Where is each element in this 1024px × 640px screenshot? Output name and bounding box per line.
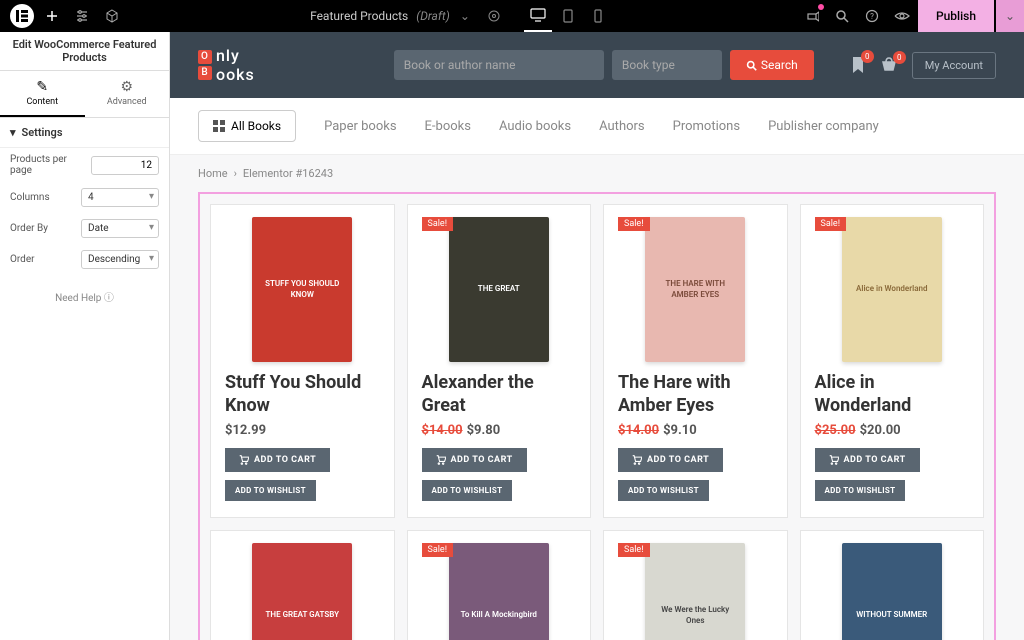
content-tab[interactable]: ✎ Content	[0, 71, 85, 117]
product-card[interactable]: STUFF YOU SHOULD KNOW Stuff You Should Kn…	[210, 204, 395, 518]
tablet-view-tab[interactable]	[554, 0, 582, 32]
need-help-link[interactable]: Need Help ⓘ	[0, 275, 169, 318]
nav-paper-books[interactable]: Paper books	[324, 119, 396, 134]
add-to-wishlist-button[interactable]: ADD TO WISHLIST	[225, 480, 316, 501]
product-image: THE GREAT	[422, 217, 577, 362]
product-price: $12.99	[225, 423, 380, 438]
product-price: $14.00$9.10	[618, 423, 773, 438]
product-title: Alice in Wonderland	[815, 372, 970, 417]
nav-authors[interactable]: Authors	[599, 119, 645, 134]
sale-badge: Sale!	[618, 543, 650, 557]
add-to-cart-button[interactable]: ADD TO CART	[422, 448, 527, 472]
product-image: Alice in Wonderland	[815, 217, 970, 362]
product-card[interactable]: Sale!THE HARE WITH AMBER EYES The Hare wi…	[603, 204, 788, 518]
breadcrumb: Home › Elementor #16243	[170, 155, 1024, 192]
publish-options-button[interactable]: ⌄	[996, 0, 1024, 32]
advanced-tab[interactable]: ⚙ Advanced	[85, 71, 170, 117]
page-settings-button[interactable]	[480, 2, 508, 30]
document-status: (Draft)	[416, 9, 450, 23]
gear-icon: ⚙	[89, 79, 166, 95]
nav-publisher[interactable]: Publisher company	[768, 119, 879, 134]
help-button[interactable]: ?	[858, 2, 886, 30]
preview-canvas: O B nly ooks Search 0	[170, 32, 1024, 640]
product-image: To Kill A Mockingbird	[422, 543, 577, 640]
caret-down-icon: ▾	[10, 126, 16, 139]
columns-select[interactable]: 4	[81, 188, 159, 207]
product-title: Stuff You Should Know	[225, 372, 380, 417]
product-image: THE HARE WITH AMBER EYES	[618, 217, 773, 362]
orderby-label: Order By	[10, 223, 48, 234]
product-image: We Were the Lucky Ones	[618, 543, 773, 640]
add-to-wishlist-button[interactable]: ADD TO WISHLIST	[422, 480, 513, 501]
cart-badge: 0	[893, 51, 906, 64]
order-select[interactable]: Descending	[81, 250, 159, 269]
preview-button[interactable]	[888, 2, 916, 30]
chevron-right-icon: ›	[234, 167, 237, 180]
sale-badge: Sale!	[815, 217, 847, 231]
desktop-view-tab[interactable]	[524, 0, 552, 32]
whats-new-button[interactable]	[798, 2, 826, 30]
product-image: WITHOUT SUMMER	[815, 543, 970, 640]
add-to-wishlist-button[interactable]: ADD TO WISHLIST	[815, 480, 906, 501]
order-label: Order	[10, 254, 35, 265]
orderby-select[interactable]: Date	[81, 219, 159, 238]
wishlist-icon[interactable]: 0	[850, 56, 866, 74]
featured-products-widget[interactable]: STUFF YOU SHOULD KNOW Stuff You Should Kn…	[198, 192, 996, 640]
editor-sidebar: Edit WooCommerce Featured Products ✎ Con…	[0, 32, 170, 640]
sale-badge: Sale!	[422, 543, 454, 557]
product-title: Alexander the Great	[422, 372, 577, 417]
sale-badge: Sale!	[618, 217, 650, 231]
site-header: O B nly ooks Search 0	[170, 32, 1024, 98]
cart-icon[interactable]: 0	[880, 57, 898, 73]
product-card[interactable]: Sale!We Were the Lucky Ones	[603, 530, 788, 640]
product-title: The Hare with Amber Eyes	[618, 372, 773, 417]
per-page-label: Products per page	[10, 154, 91, 176]
nav-ebooks[interactable]: E-books	[425, 119, 471, 134]
product-image: THE GREAT GATSBY	[225, 543, 380, 640]
product-card[interactable]: WITHOUT SUMMER	[800, 530, 985, 640]
sale-badge: Sale!	[422, 217, 454, 231]
svg-text:?: ?	[870, 12, 874, 21]
add-to-wishlist-button[interactable]: ADD TO WISHLIST	[618, 480, 709, 501]
columns-label: Columns	[10, 192, 50, 203]
add-to-cart-button[interactable]: ADD TO CART	[225, 448, 330, 472]
all-books-button[interactable]: All Books	[198, 110, 296, 142]
finder-button[interactable]	[828, 2, 856, 30]
product-card[interactable]: THE GREAT GATSBY	[210, 530, 395, 640]
product-card[interactable]: Sale!To Kill A Mockingbird	[407, 530, 592, 640]
booktype-select[interactable]	[612, 50, 722, 80]
breadcrumb-home[interactable]: Home	[198, 167, 228, 180]
search-button[interactable]: Search	[730, 50, 814, 80]
product-card[interactable]: Sale!Alice in WonderlandAlice in Wonderl…	[800, 204, 985, 518]
nav-promotions[interactable]: Promotions	[673, 119, 740, 134]
structure-button[interactable]	[100, 4, 124, 28]
product-image: STUFF YOU SHOULD KNOW	[225, 217, 380, 362]
chevron-down-icon[interactable]: ⌄	[460, 9, 470, 23]
add-element-button[interactable]	[40, 4, 64, 28]
site-settings-button[interactable]	[70, 4, 94, 28]
product-price: $14.00$9.80	[422, 423, 577, 438]
wishlist-badge: 0	[861, 50, 874, 63]
nav-audio-books[interactable]: Audio books	[499, 119, 571, 134]
main-nav: All Books Paper books E-books Audio book…	[170, 98, 1024, 155]
search-input[interactable]	[394, 50, 604, 80]
add-to-cart-button[interactable]: ADD TO CART	[618, 448, 723, 472]
breadcrumb-current: Elementor #16243	[243, 167, 333, 180]
publish-button[interactable]: Publish	[918, 0, 994, 32]
add-to-cart-button[interactable]: ADD TO CART	[815, 448, 920, 472]
settings-section-toggle[interactable]: ▾ Settings	[0, 118, 169, 148]
product-card[interactable]: Sale!THE GREAT Alexander the Great $14.00$…	[407, 204, 592, 518]
my-account-button[interactable]: My Account	[912, 52, 996, 79]
mobile-view-tab[interactable]	[584, 0, 612, 32]
help-circle-icon: ⓘ	[104, 293, 114, 304]
product-price: $25.00$20.00	[815, 423, 970, 438]
app-topbar: Featured Products (Draft) ⌄ ?	[0, 0, 1024, 32]
pencil-icon: ✎	[4, 79, 81, 95]
site-logo[interactable]: O B nly ooks	[198, 46, 255, 84]
sidebar-widget-title: Edit WooCommerce Featured Products	[0, 32, 169, 71]
elementor-logo[interactable]	[10, 4, 34, 28]
document-title: Featured Products	[310, 9, 408, 23]
per-page-input[interactable]	[91, 156, 159, 175]
